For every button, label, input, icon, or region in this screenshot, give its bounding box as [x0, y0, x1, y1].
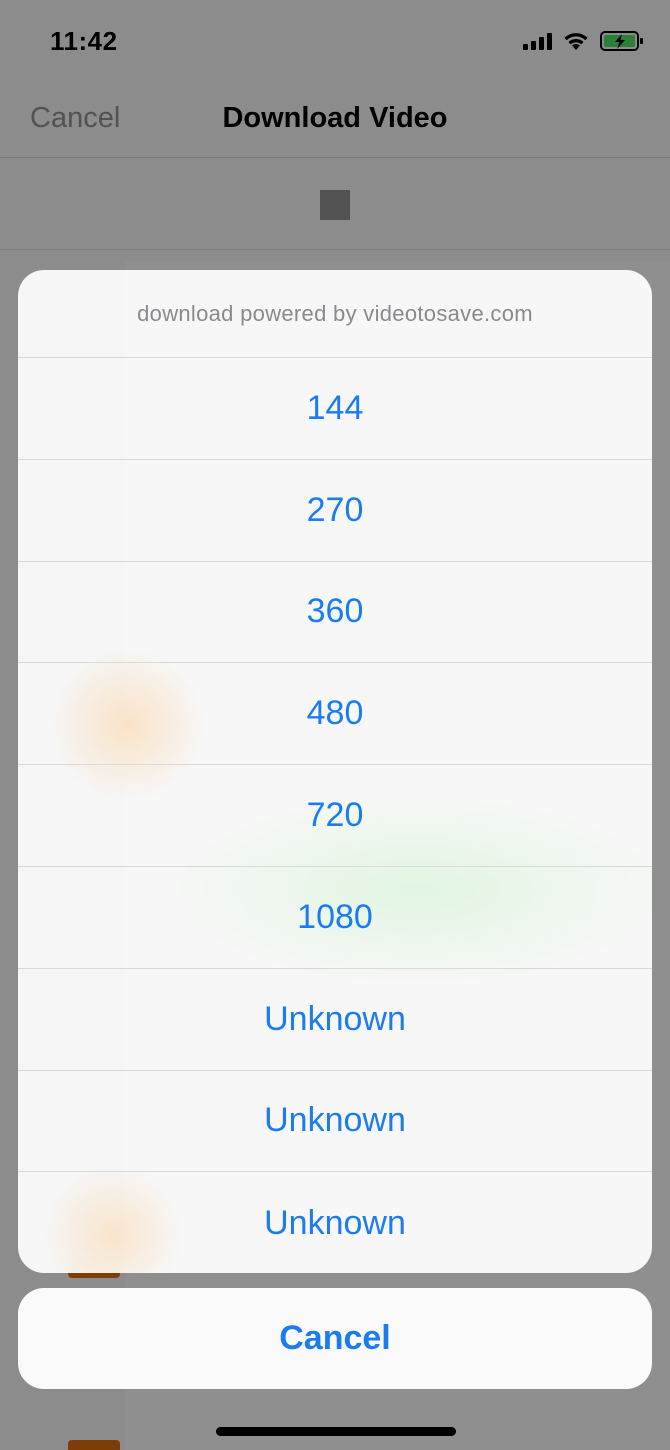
option-480[interactable]: 480 — [18, 663, 652, 766]
resolution-action-sheet: download powered by videotosave.com 144 … — [18, 270, 652, 1273]
option-unknown-3[interactable]: Unknown — [18, 1172, 652, 1273]
option-1080[interactable]: 1080 — [18, 867, 652, 969]
option-720[interactable]: 720 — [18, 765, 652, 867]
action-sheet-header: download powered by videotosave.com — [18, 270, 652, 358]
action-sheet-cancel-button[interactable]: Cancel — [18, 1288, 652, 1389]
home-indicator[interactable] — [216, 1427, 456, 1436]
option-unknown-2[interactable]: Unknown — [18, 1071, 652, 1173]
option-144[interactable]: 144 — [18, 358, 652, 460]
option-unknown-1[interactable]: Unknown — [18, 969, 652, 1071]
option-360[interactable]: 360 — [18, 562, 652, 664]
option-270[interactable]: 270 — [18, 460, 652, 562]
